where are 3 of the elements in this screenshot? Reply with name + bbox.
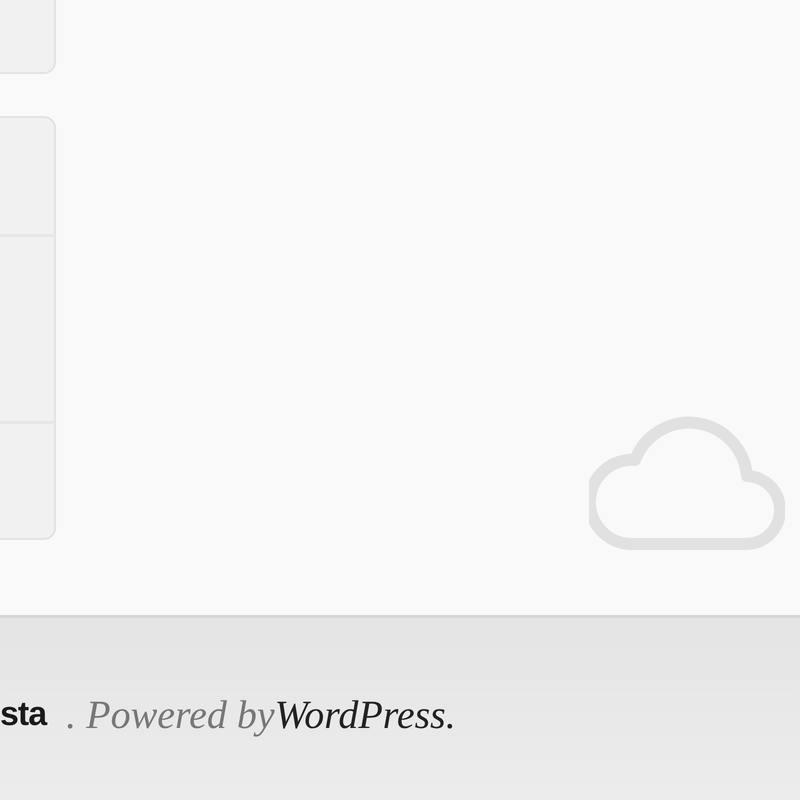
site-name-link[interactable]: sta	[0, 694, 46, 734]
wordpress-link[interactable]: WordPress	[274, 692, 446, 736]
credit-text: . Powered byWordPress.	[66, 690, 456, 738]
